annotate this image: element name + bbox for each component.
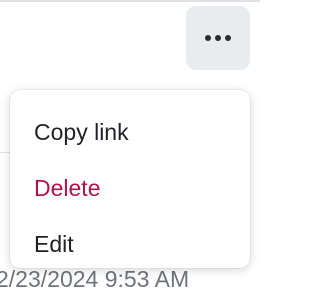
more-options-button[interactable] xyxy=(186,6,250,70)
dot xyxy=(205,35,211,41)
dot xyxy=(225,35,231,41)
copy-link-menu-item[interactable]: Copy link xyxy=(10,104,250,160)
dot xyxy=(215,35,221,41)
delete-menu-item[interactable]: Delete xyxy=(10,160,250,216)
more-horizontal-icon xyxy=(205,35,231,41)
top-border xyxy=(0,0,260,2)
context-menu: Copy link Delete Edit xyxy=(10,90,250,268)
edit-menu-item[interactable]: Edit xyxy=(10,216,250,272)
